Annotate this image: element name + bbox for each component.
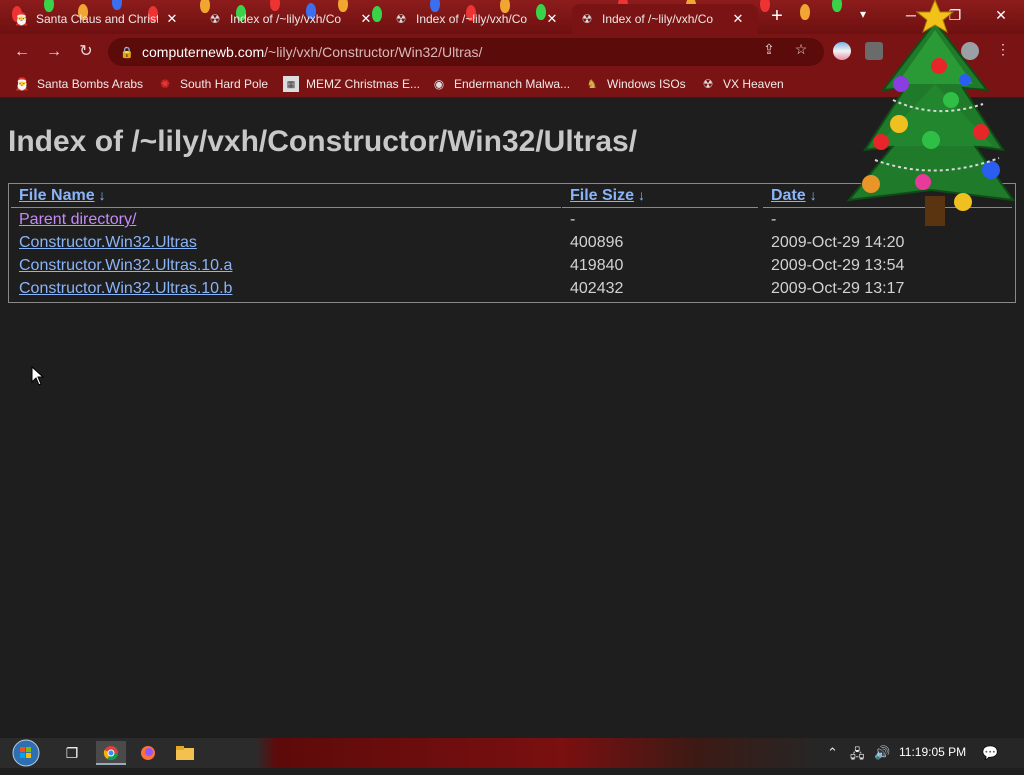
bookmark-label: VX Heaven (723, 77, 784, 91)
sort-arrow-icon[interactable]: ↓ (99, 187, 106, 203)
file-link[interactable]: Constructor.Win32.Ultras.10.b (19, 280, 232, 297)
bookmark-vx-heaven[interactable]: ☢ VX Heaven (700, 76, 784, 92)
snowflake-icon: ✺ (159, 77, 171, 91)
vx-heaven-favicon-icon: ☢ (209, 12, 221, 26)
close-tab-icon[interactable]: ✕ (544, 11, 560, 27)
vx-heaven-icon: ☢ (702, 77, 714, 91)
memz-icon: ▦ (283, 76, 299, 92)
volume-icon[interactable]: 🔊 (874, 745, 890, 761)
santa-icon: 🎅 (14, 77, 30, 91)
network-icon[interactable]: 🖧 (850, 745, 865, 767)
close-tab-icon[interactable]: ✕ (164, 11, 180, 27)
header-file-size: File Size ↓ (562, 187, 758, 208)
bookmark-label: South Hard Pole (180, 77, 269, 91)
vx-heaven-favicon-icon: ☢ (395, 12, 407, 26)
christmas-tree-decoration (846, 0, 1016, 226)
table-row-parent-name: Parent directory/ (19, 211, 136, 229)
tab-title: Index of /~lily/vxh/Co (230, 12, 342, 26)
file-size-cell: 419840 (570, 257, 624, 274)
date-cell: 2009-Oct-29 13:54 (771, 257, 905, 274)
tray-chevron-up-icon[interactable]: ⌃ (827, 745, 838, 761)
santa-favicon-icon: 🎅 (14, 12, 29, 26)
file-size-cell: 400896 (570, 234, 624, 251)
bookmark-label: MEMZ Christmas E... (306, 77, 421, 91)
mouse-pointer-icon (31, 366, 45, 386)
lock-icon[interactable]: 🔒 (120, 46, 134, 59)
share-icon[interactable]: ⇪ (760, 40, 778, 58)
header-file-name: File Name ↓ (11, 187, 561, 208)
windows-iso-icon: ♞ (586, 77, 598, 91)
bookmark-label: Endermanch Malwa... (454, 77, 571, 91)
tab-index-active[interactable]: ☢ Index of /~lily/vxh/Co ✕ (572, 4, 758, 34)
bookmark-memz-christmas[interactable]: ▦ MEMZ Christmas E... (283, 76, 420, 92)
page-title: Index of /~lily/vxh/Constructor/Win32/Ul… (8, 125, 638, 158)
date-cell: 2009-Oct-29 13:17 (771, 280, 905, 297)
sort-arrow-icon[interactable]: ↓ (638, 187, 645, 203)
file-link[interactable]: Constructor.Win32.Ultras.10.a (19, 257, 232, 274)
url-host: computernewb.com (142, 44, 265, 60)
windows-taskbar: ❐ ⌃ 🖧 🔊 11:19:05 PM 💬 (0, 738, 1024, 768)
date-cell: - (771, 211, 777, 228)
close-tab-icon[interactable]: ✕ (730, 11, 746, 27)
tab-title: Index of /~lily/vxh/Co (416, 12, 528, 26)
bookmark-label: Santa Bombs Arabs (37, 77, 144, 91)
url-path: /~lily/vxh/Constructor/Win32/Ultras/ (264, 44, 483, 60)
bookmark-star-icon[interactable]: ☆ (792, 40, 810, 58)
file-link[interactable]: Constructor.Win32.Ultras (19, 234, 197, 251)
close-tab-icon[interactable]: ✕ (358, 11, 374, 27)
tab-index-2[interactable]: ☢ Index of /~lily/vxh/Co ✕ (386, 4, 570, 34)
tab-santa-claus[interactable]: 🎅 Santa Claus and Christ ✕ (6, 4, 192, 34)
bookmark-windows-isos[interactable]: ♞ Windows ISOs (584, 76, 686, 92)
table-row-name: Constructor.Win32.Ultras (19, 234, 197, 252)
address-bar[interactable]: 🔒 computernewb.com/~lily/vxh/Constructor… (108, 38, 824, 66)
table-row-name: Constructor.Win32.Ultras.10.a (19, 257, 232, 275)
reload-icon[interactable]: ↻ (76, 42, 96, 62)
file-size-cell: - (570, 211, 576, 228)
new-tab-button[interactable]: + (766, 6, 788, 28)
taskbar-clock[interactable]: 11:19:05 PM (899, 745, 966, 759)
sort-by-size-link[interactable]: File Size (570, 187, 634, 204)
forward-arrow-icon[interactable]: → (44, 42, 64, 62)
task-view-icon[interactable]: ❐ (57, 741, 87, 765)
chrome-icon[interactable] (96, 741, 126, 765)
sort-arrow-icon[interactable]: ↓ (810, 187, 817, 203)
bookmark-santa-bombs-arabs[interactable]: 🎅 Santa Bombs Arabs (14, 76, 144, 92)
firefox-icon[interactable] (133, 741, 163, 765)
table-row-name: Constructor.Win32.Ultras.10.b (19, 280, 232, 298)
file-size-cell: 402432 (570, 280, 624, 297)
bookmark-endermanch-malware[interactable]: ◉ Endermanch Malwa... (431, 76, 570, 92)
file-explorer-icon[interactable] (170, 741, 200, 765)
vx-heaven-favicon-icon: ☢ (581, 12, 593, 26)
sort-by-date-link[interactable]: Date (771, 187, 806, 204)
parent-directory-link[interactable]: Parent directory/ (19, 211, 136, 228)
action-center-icon[interactable]: 💬 (982, 745, 998, 761)
back-arrow-icon[interactable]: ← (12, 42, 32, 62)
bookmark-south-hard-pole[interactable]: ✺ South Hard Pole (157, 76, 268, 92)
tab-index-1[interactable]: ☢ Index of /~lily/vxh/Co ✕ (200, 4, 384, 34)
tab-title: Santa Claus and Christ (36, 12, 158, 26)
start-orb-icon[interactable] (8, 738, 44, 768)
tab-title: Index of /~lily/vxh/Co (602, 12, 714, 26)
sort-by-name-link[interactable]: File Name (19, 187, 95, 204)
endermanch-icon: ◉ (433, 77, 445, 91)
bookmark-label: Windows ISOs (607, 77, 686, 91)
